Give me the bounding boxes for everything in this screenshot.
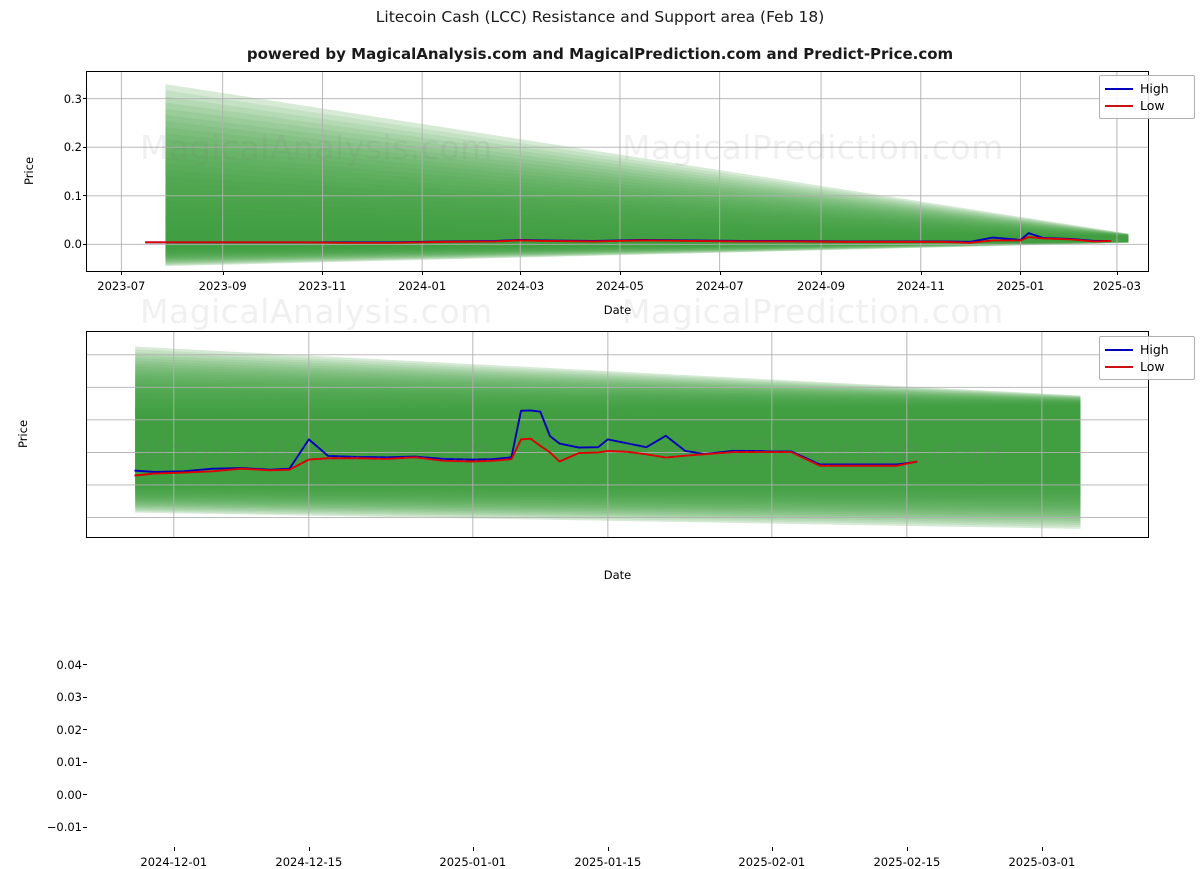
x-tick-mark [906, 847, 908, 851]
y-tick-mark [82, 98, 87, 100]
legend-item-low: Low [1105, 97, 1188, 114]
y-tick-label: 0.00 [56, 787, 82, 802]
zoom-plot-svg [87, 332, 1148, 537]
zoom-chart-panel: Price Date −0.01 0.00 0.01 0.02 0.03 0.04 2024… [0, 310, 1200, 869]
legend-line-high [1105, 348, 1133, 351]
x-tick-label: 2023-11 [298, 279, 347, 293]
x-tick-mark [771, 847, 773, 851]
zoom-y-axis-label: Price [16, 419, 30, 449]
y-tick-mark [82, 146, 87, 148]
x-tick-mark [920, 271, 922, 275]
legend-line-high [1105, 87, 1133, 90]
zoom-x-axis-label: Date [603, 568, 632, 582]
x-tick-label: 2024-03 [496, 279, 545, 293]
y-tick-mark [82, 729, 87, 731]
legend-label-low: Low [1140, 358, 1165, 374]
x-tick-label: 2025-01-15 [574, 855, 642, 869]
x-tick-label: 2024-11 [896, 279, 945, 293]
legend-item-high: High [1105, 341, 1188, 358]
y-tick-label: −0.01 [46, 820, 82, 835]
zoom-legend: High Low [1099, 336, 1195, 380]
x-tick-label: 2025-02-15 [873, 855, 941, 869]
x-tick-mark [607, 847, 609, 851]
x-tick-label: 2024-12-01 [140, 855, 208, 869]
x-tick-label: 2024-07 [695, 279, 744, 293]
overview-y-axis-label: Price [22, 156, 36, 186]
legend-line-low [1105, 365, 1133, 368]
y-tick-label: 0.02 [56, 722, 82, 737]
x-tick-mark [619, 271, 621, 275]
x-tick-label: 2025-03-01 [1008, 855, 1076, 869]
x-tick-mark [472, 847, 474, 851]
x-tick-label: 2024-12-15 [275, 855, 343, 869]
y-tick-label: 0.3 [63, 91, 82, 106]
overview-legend: High Low [1099, 75, 1195, 119]
x-tick-label: 2024-01 [398, 279, 447, 293]
overview-plot-svg [87, 72, 1148, 271]
x-tick-mark [422, 271, 424, 275]
x-tick-label: 2023-07 [97, 279, 146, 293]
y-tick-label: 0.04 [56, 657, 82, 672]
overview-chart-panel: Price Date 0.0 0.1 0.2 0.3 2023-07 2023-09 202… [0, 0, 1200, 317]
legend-label-low: Low [1140, 97, 1165, 113]
y-tick-label: 0.1 [63, 188, 82, 203]
legend-line-low [1105, 104, 1133, 107]
x-tick-mark [1041, 847, 1043, 851]
y-tick-mark [82, 664, 87, 666]
overview-plot-area [86, 71, 1149, 272]
x-tick-label: 2025-03 [1092, 279, 1141, 293]
x-tick-mark [322, 271, 324, 275]
y-tick-label: 0.03 [56, 690, 82, 705]
chart-page: Litecoin Cash (LCC) Resistance and Suppo… [0, 0, 1200, 869]
x-tick-mark [222, 271, 224, 275]
x-tick-label: 2023-09 [198, 279, 247, 293]
x-tick-mark [821, 271, 823, 275]
x-tick-label: 2024-05 [595, 279, 644, 293]
x-tick-mark [121, 271, 123, 275]
x-tick-mark [1020, 271, 1022, 275]
x-tick-label: 2025-02-01 [738, 855, 806, 869]
zoom-plot-area [86, 331, 1149, 538]
legend-item-high: High [1105, 80, 1188, 97]
x-tick-mark [308, 847, 310, 851]
y-tick-mark [82, 696, 87, 698]
y-tick-label: 0.01 [56, 755, 82, 770]
x-tick-mark [173, 847, 175, 851]
y-tick-label: 0.2 [63, 140, 82, 155]
y-tick-mark [82, 794, 87, 796]
x-tick-mark [520, 271, 522, 275]
legend-label-high: High [1140, 341, 1169, 357]
y-tick-mark [82, 826, 87, 828]
y-tick-mark [82, 195, 87, 197]
x-tick-label: 2025-01-01 [439, 855, 507, 869]
x-tick-mark [1116, 271, 1118, 275]
x-tick-mark [719, 271, 721, 275]
x-tick-label: 2025-01 [996, 279, 1045, 293]
y-tick-mark [82, 761, 87, 763]
legend-label-high: High [1140, 80, 1169, 96]
legend-item-low: Low [1105, 358, 1188, 375]
y-tick-label: 0.0 [63, 237, 82, 252]
y-tick-mark [82, 243, 87, 245]
x-tick-label: 2024-09 [797, 279, 846, 293]
